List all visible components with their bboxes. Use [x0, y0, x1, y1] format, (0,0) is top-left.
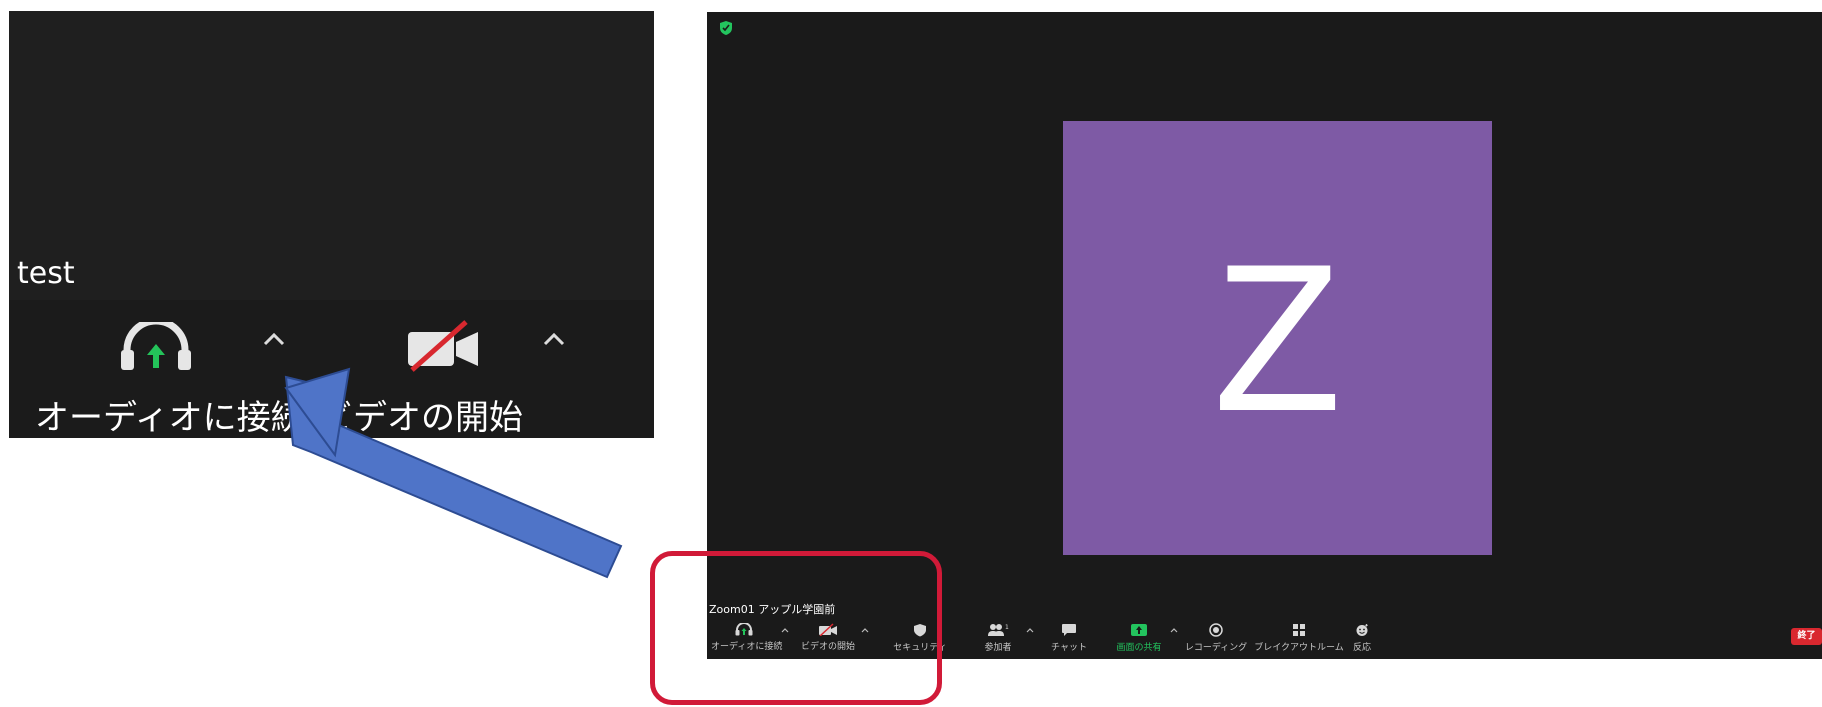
chat-icon — [1062, 624, 1076, 636]
highlight-box — [650, 551, 942, 705]
share-screen-label: 画面の共有 — [1116, 643, 1162, 653]
reactions-icon — [1356, 624, 1368, 636]
chat-button[interactable]: チャット — [1045, 623, 1093, 653]
chat-label: チャット — [1051, 643, 1087, 653]
video-off-icon — [408, 320, 478, 372]
end-meeting-button[interactable]: 終了 — [1791, 628, 1822, 645]
record-button[interactable]: レコーディング — [1181, 623, 1251, 653]
inset-start-video-button[interactable] — [404, 320, 484, 372]
svg-text:1: 1 — [1005, 624, 1009, 631]
participant-avatar-tile: Z — [1063, 121, 1492, 555]
caret-up-icon — [263, 332, 285, 346]
reactions-button[interactable]: 反応 — [1347, 623, 1377, 653]
breakout-icon — [1293, 624, 1305, 636]
share-screen-icon — [1131, 624, 1147, 636]
inset-join-audio-label: オーディオに接続 — [35, 398, 305, 438]
zoomed-toolbar-inset: test オーディオに接続 ビデオの開始 — [9, 11, 654, 438]
breakout-rooms-button[interactable]: ブレイクアウトルーム — [1253, 623, 1345, 653]
share-screen-button[interactable]: 画面の共有 — [1109, 623, 1169, 653]
breakout-rooms-label: ブレイクアウトルーム — [1254, 643, 1344, 653]
caret-up-icon[interactable] — [1025, 626, 1035, 634]
record-icon — [1209, 623, 1223, 637]
inset-join-audio-button[interactable] — [119, 317, 193, 372]
participants-icon: 1 — [988, 624, 1009, 636]
inset-start-video-label: ビデオの開始 — [319, 398, 523, 438]
shield-icon — [720, 21, 732, 35]
inset-toolbar: オーディオに接続 ビデオの開始 — [9, 300, 654, 438]
inset-video-options-caret[interactable] — [541, 328, 567, 350]
caret-up-icon — [543, 332, 565, 346]
encryption-shield[interactable] — [719, 20, 733, 36]
participants-label: 参加者 — [984, 643, 1012, 653]
record-label: レコーディング — [1184, 643, 1248, 653]
headphones-icon — [121, 317, 191, 370]
caret-up-icon[interactable] — [1169, 626, 1179, 634]
inset-participant-name: test — [17, 256, 75, 291]
reactions-label: 反応 — [1352, 643, 1371, 653]
avatar-letter: Z — [1213, 220, 1342, 455]
inset-audio-options-caret[interactable] — [261, 328, 287, 350]
participants-button[interactable]: 1 参加者 — [972, 623, 1024, 653]
